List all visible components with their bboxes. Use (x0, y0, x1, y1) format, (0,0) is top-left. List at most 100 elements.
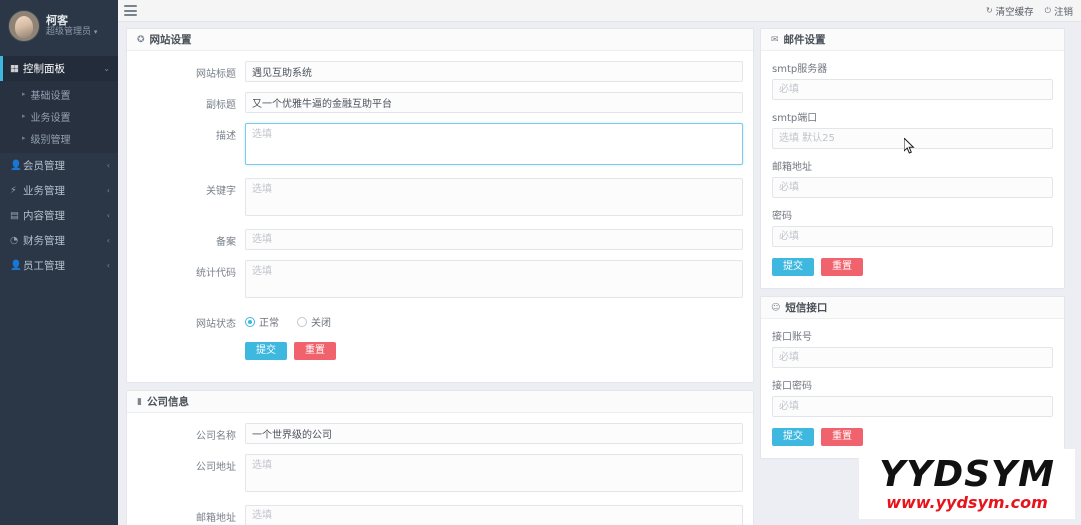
site-settings-submit-button[interactable]: 提交 (245, 342, 287, 360)
sms-settings-submit-button[interactable]: 提交 (772, 428, 814, 446)
sidebar-item-finance[interactable]: ◔ 财务管理 ‹ (0, 228, 118, 253)
keywords-textarea[interactable] (245, 178, 743, 216)
smtp-server-input[interactable] (772, 79, 1053, 100)
field-icp: 备案 (137, 229, 743, 250)
site-settings-body: 网站标题 副标题 描述 (127, 51, 753, 382)
icp-input[interactable] (245, 229, 743, 250)
mail-settings-submit-button[interactable]: 提交 (772, 258, 814, 276)
sidebar-subitem-label: 基础设置 (31, 87, 71, 102)
user-icon: 👤 (10, 160, 23, 171)
mail-settings-reset-button[interactable]: 重置 (821, 258, 863, 276)
field-mail-address: 邮箱地址 (772, 158, 1053, 198)
field-subtitle: 副标题 (137, 92, 743, 113)
book-icon: ▤ (10, 210, 23, 221)
radio-status-closed[interactable]: 关闭 (297, 314, 331, 329)
site-title-input[interactable] (245, 61, 743, 82)
company-name-input[interactable] (245, 423, 743, 444)
sidebar-item-business[interactable]: ⚡ 业务管理 ‹ (0, 178, 118, 203)
radio-status-normal[interactable]: 正常 (245, 314, 279, 329)
field-site-title: 网站标题 (137, 61, 743, 82)
envelope-icon: ✉ (771, 35, 779, 45)
sidebar: 柯客 超级管理员 ▾ ▦ 控制面板 ⌄ ▸ 基础设置 ▸ 业务 (0, 0, 118, 525)
caret-right-icon: ▸ (22, 90, 26, 98)
sidebar-subitem-level-management[interactable]: ▸ 级别管理 (0, 127, 118, 149)
sidebar-item-content[interactable]: ▤ 内容管理 ‹ (0, 203, 118, 228)
field-sms-password: 接口密码 (772, 377, 1053, 417)
admin-dashboard: 柯客 超级管理员 ▾ ▦ 控制面板 ⌄ ▸ 基础设置 ▸ 业务 (0, 0, 1081, 525)
building-icon: ▮ (137, 397, 142, 407)
sidebar-item-label: 内容管理 (23, 208, 107, 223)
sidebar-subitem-label: 级别管理 (31, 131, 71, 146)
profile-name: 柯客 (46, 14, 97, 28)
mail-settings-title: 邮件设置 (784, 32, 826, 47)
sidebar-subitem-business-settings[interactable]: ▸ 业务设置 (0, 105, 118, 127)
sidebar-submenu-dashboard: ▸ 基础设置 ▸ 业务设置 ▸ 级别管理 (0, 81, 118, 153)
sms-account-input[interactable] (772, 347, 1053, 368)
sidebar-item-dashboard[interactable]: ▦ 控制面板 ⌄ (0, 56, 118, 81)
field-site-status: 网站状态 正常 关闭 (137, 311, 743, 330)
content-area: ✪ 网站设置 网站标题 副标题 (118, 22, 1081, 525)
mail-password-label: 密码 (772, 207, 1053, 222)
hamburger-icon[interactable] (124, 5, 137, 16)
topbar-actions: ↻ 清空缓存 ⏻ 注销 (986, 4, 1073, 18)
sms-password-input[interactable] (772, 396, 1053, 417)
company-address-label: 公司地址 (137, 454, 245, 473)
mail-settings-header: ✉ 邮件设置 (761, 29, 1064, 51)
description-textarea[interactable] (245, 123, 743, 165)
sms-settings-reset-button[interactable]: 重置 (821, 428, 863, 446)
sms-settings-body: 接口账号 接口密码 提交 重置 (761, 319, 1064, 458)
dashboard-icon: ▦ (10, 63, 23, 74)
subtitle-label: 副标题 (137, 92, 245, 111)
sidebar-item-staff[interactable]: 👤 员工管理 ‹ (0, 253, 118, 278)
field-sms-account: 接口账号 (772, 328, 1053, 368)
profile-role: 超级管理员 ▾ (46, 27, 97, 38)
company-info-panel: ▮ 公司信息 公司名称 公司地址 (126, 390, 754, 525)
chevron-down-icon[interactable]: ▾ (94, 28, 98, 36)
site-settings-header: ✪ 网站设置 (127, 29, 753, 51)
site-settings-title: 网站设置 (150, 32, 192, 47)
mail-settings-body: smtp服务器 smtp端口 邮箱地址 密码 (761, 51, 1064, 288)
sidebar-item-label: 业务管理 (23, 183, 107, 198)
caret-right-icon: ▸ (22, 134, 26, 142)
mail-password-input[interactable] (772, 226, 1053, 247)
field-stat-code: 统计代码 (137, 260, 743, 301)
sidebar-item-members[interactable]: 👤 会员管理 ‹ (0, 153, 118, 178)
chevron-left-icon: ‹ (107, 261, 110, 270)
keywords-label: 关键字 (137, 178, 245, 197)
company-email-label: 邮箱地址 (137, 505, 245, 524)
smtp-port-label: smtp端口 (772, 109, 1053, 124)
profile-role-label: 超级管理员 (46, 27, 91, 37)
company-info-title: 公司信息 (147, 394, 189, 409)
stat-code-textarea[interactable] (245, 260, 743, 298)
company-info-header: ▮ 公司信息 (127, 391, 753, 413)
sidebar-item-label: 控制面板 (23, 61, 103, 76)
topbar: ↻ 清空缓存 ⏻ 注销 (118, 0, 1081, 22)
site-settings-reset-button[interactable]: 重置 (294, 342, 336, 360)
company-address-textarea[interactable] (245, 454, 743, 492)
radio-dot-icon (245, 317, 255, 327)
clear-cache-button[interactable]: ↻ 清空缓存 (986, 4, 1034, 18)
site-settings-actions: 提交 重置 (137, 340, 743, 360)
stat-code-label: 统计代码 (137, 260, 245, 279)
sidebar-nav: ▦ 控制面板 ⌄ ▸ 基础设置 ▸ 业务设置 ▸ 级别管理 👤 (0, 56, 118, 278)
sms-password-label: 接口密码 (772, 377, 1053, 392)
main-area: ↻ 清空缓存 ⏻ 注销 ✪ 网站设置 (118, 0, 1081, 525)
sidebar-subitem-basic-settings[interactable]: ▸ 基础设置 (0, 83, 118, 105)
description-label: 描述 (137, 123, 245, 142)
field-company-email: 邮箱地址 (137, 505, 743, 525)
logout-button[interactable]: ⏻ 注销 (1045, 4, 1073, 18)
field-mail-password: 密码 (772, 207, 1053, 247)
power-icon: ⏻ (1045, 6, 1051, 16)
field-description: 描述 (137, 123, 743, 168)
caret-right-icon: ▸ (22, 112, 26, 120)
refresh-icon: ↻ (986, 6, 993, 15)
gear-icon: ✪ (137, 35, 145, 45)
field-keywords: 关键字 (137, 178, 743, 219)
sms-settings-title: 短信接口 (785, 300, 827, 315)
mail-address-input[interactable] (772, 177, 1053, 198)
user-profile[interactable]: 柯客 超级管理员 ▾ (0, 0, 118, 54)
sidebar-subitem-label: 业务设置 (31, 109, 71, 124)
chevron-left-icon: ‹ (107, 161, 110, 170)
company-email-input[interactable] (245, 505, 743, 525)
subtitle-input[interactable] (245, 92, 743, 113)
